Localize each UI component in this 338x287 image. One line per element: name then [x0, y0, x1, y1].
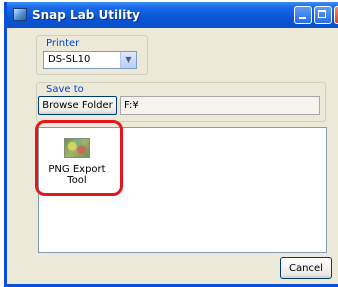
save-path-text: F:¥ [124, 100, 139, 111]
cancel-button[interactable]: Cancel [280, 257, 332, 279]
app-icon [13, 8, 27, 21]
save-path-field: F:¥ [120, 96, 320, 115]
save-to-label: Save to [44, 84, 86, 95]
chevron-down-icon[interactable]: ▼ [120, 52, 136, 68]
window-title: Snap Lab Utility [32, 8, 140, 22]
printer-select[interactable]: DS-SL10 ▼ [43, 51, 137, 69]
title-bar[interactable]: Snap Lab Utility [7, 2, 338, 28]
maximize-button[interactable] [314, 6, 332, 24]
highlight-annotation [35, 120, 123, 196]
printer-label: Printer [44, 38, 82, 49]
minimize-button[interactable] [294, 6, 312, 24]
printer-select-value: DS-SL10 [48, 54, 91, 65]
browse-folder-button[interactable]: Browse Folder [38, 96, 117, 115]
close-button[interactable] [334, 6, 338, 24]
